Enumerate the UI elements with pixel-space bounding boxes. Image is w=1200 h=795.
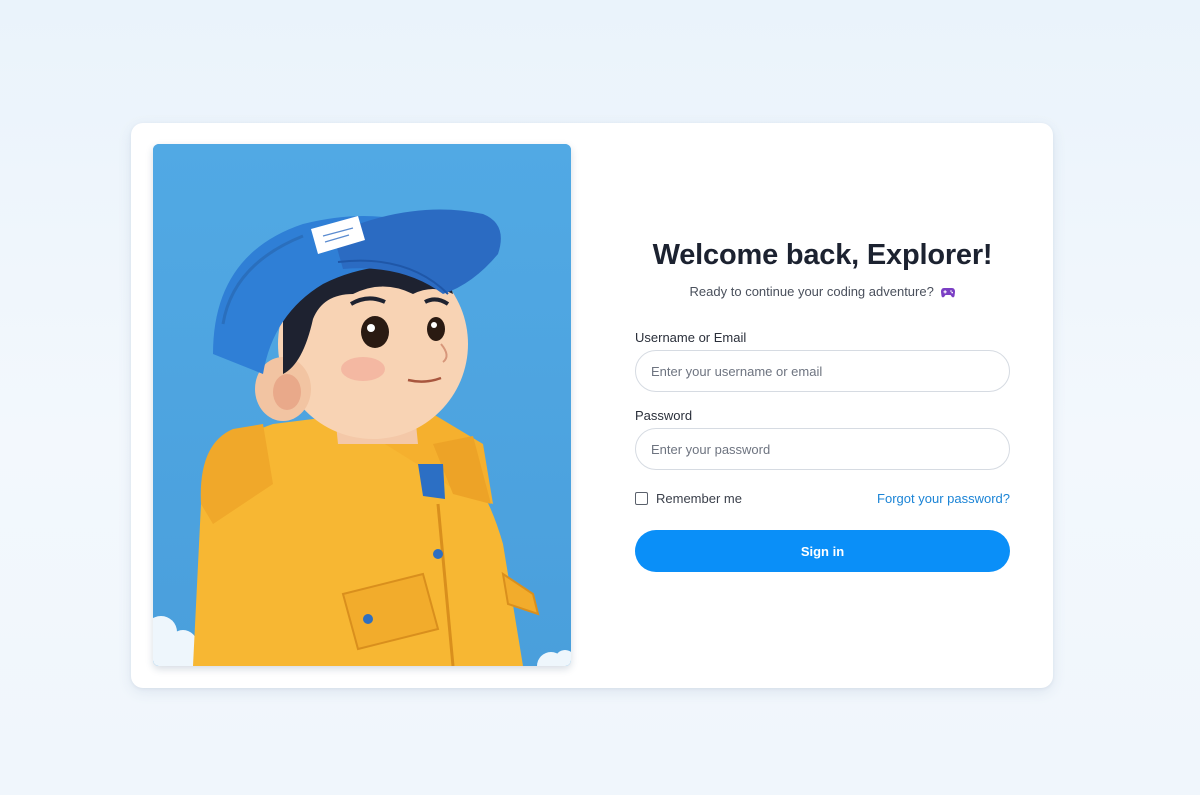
username-label: Username or Email [635, 330, 747, 345]
gamepad-icon [941, 286, 956, 301]
password-label: Password [635, 408, 693, 423]
forgot-password-link[interactable]: Forgot your password? [877, 491, 1010, 506]
login-form: Welcome back, Explorer! Ready to continu… [635, 123, 1010, 688]
boy-explorer-illustration [153, 144, 571, 666]
username-input[interactable] [635, 350, 1010, 392]
remember-me[interactable]: Remember me [635, 491, 742, 506]
hero-illustration [153, 144, 571, 666]
page-subtitle: Ready to continue your coding adventure? [605, 284, 1040, 301]
subtitle-text: Ready to continue your coding adventure? [689, 284, 934, 299]
page-title: Welcome back, Explorer! [652, 239, 993, 271]
login-card: Welcome back, Explorer! Ready to continu… [131, 123, 1053, 688]
signin-button[interactable]: Sign in [635, 530, 1010, 572]
remember-label: Remember me [656, 491, 742, 506]
remember-checkbox[interactable] [635, 492, 648, 505]
password-input[interactable] [635, 428, 1010, 470]
